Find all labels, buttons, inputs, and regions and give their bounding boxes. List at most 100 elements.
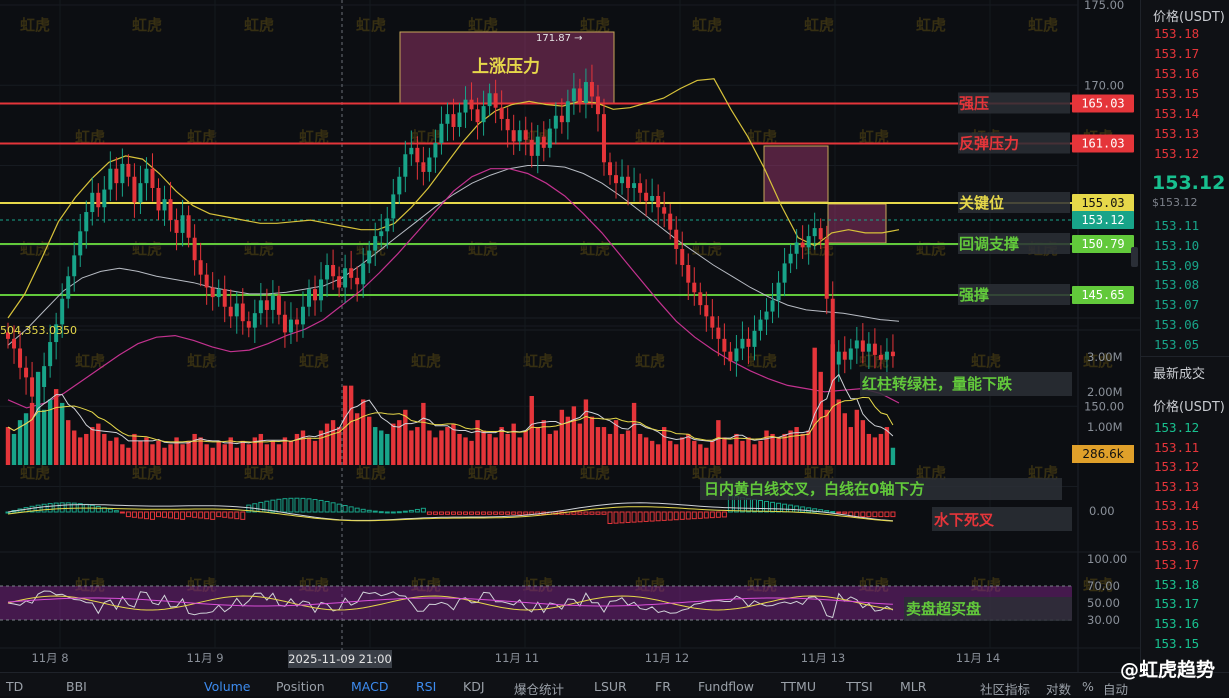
indicator-tab[interactable]: LSUR (594, 679, 627, 694)
watermark-text: 虹虎 (580, 240, 610, 258)
watermark-text: 虹虎 (916, 240, 946, 258)
rsi-tick-label: 70.00 (1087, 579, 1120, 593)
volume-bar (565, 416, 571, 465)
bid-price[interactable]: 153.07 (1154, 297, 1199, 312)
volume-header: 504,353.0350 (0, 324, 77, 337)
macd-histogram (830, 511, 836, 514)
panel-resize-handle[interactable] (1131, 247, 1138, 267)
trade-price[interactable]: 153.17 (1154, 557, 1199, 572)
volume-bar (631, 402, 637, 465)
bid-price[interactable]: 153.06 (1154, 317, 1199, 332)
candle-body (72, 255, 77, 277)
bid-price[interactable]: 153.09 (1154, 258, 1199, 273)
candle-body (174, 220, 179, 233)
indicator-tab[interactable]: MLR (900, 679, 926, 694)
trade-price[interactable]: 153.16 (1154, 616, 1199, 631)
level-label: 强压 (959, 95, 989, 113)
candle-body (511, 130, 516, 142)
volume-bar (553, 430, 559, 465)
ask-price[interactable]: 153.16 (1154, 66, 1199, 81)
bid-price[interactable]: 153.11 (1154, 218, 1199, 233)
indicator-tab[interactable]: Volume (204, 679, 251, 694)
bid-price[interactable]: 153.10 (1154, 238, 1199, 253)
candle-body (565, 101, 570, 123)
trade-price[interactable]: 153.15 (1154, 636, 1199, 651)
indicator-tab[interactable]: Fundflow (698, 679, 754, 694)
candle-body (379, 231, 384, 237)
candle-body (361, 263, 366, 285)
price-chart[interactable]: 虹虎 虹虎 虹虎 虹虎 虹虎 虹虎 虹虎 虹虎 虹虎 虹虎虹虎 虹虎 虹虎 虹虎 虹虎 虹虎 虹虎虹虎 虹虎 虹虎… (0, 0, 1140, 672)
indicator-tab[interactable]: MACD (351, 679, 388, 694)
volume-bar (108, 440, 113, 465)
volume-bar (391, 423, 396, 465)
candle-body (343, 268, 348, 288)
axis-mode-toggle[interactable]: 对数 (1046, 679, 1071, 698)
indicator-tab[interactable]: FR (655, 679, 671, 694)
trade-price[interactable]: 153.18 (1154, 577, 1199, 592)
axis-mode-toggle[interactable]: % (1082, 679, 1094, 694)
indicator-tab[interactable]: 社区指标 (980, 679, 1030, 698)
indicator-tab[interactable]: 爆仓统计 (514, 679, 564, 698)
volume-bar (740, 440, 745, 465)
watermark-text: 虹虎 (916, 16, 946, 34)
trade-price[interactable]: 153.14 (1154, 498, 1199, 513)
volume-bar (589, 416, 595, 465)
ask-price[interactable]: 153.13 (1154, 126, 1199, 141)
candle-body (571, 88, 576, 102)
level-label: 反弹压力 (959, 135, 1019, 153)
indicator-tab[interactable]: TD (6, 679, 23, 694)
candle-body (818, 228, 823, 240)
trade-price[interactable]: 153.12 (1154, 459, 1199, 474)
volume-bar (168, 444, 173, 465)
candle-body (126, 163, 131, 177)
candle-body (854, 340, 859, 349)
ask-price[interactable]: 153.14 (1154, 106, 1199, 121)
candle-body (108, 168, 113, 190)
trade-price[interactable]: 153.12 (1154, 420, 1199, 435)
candle-body (30, 377, 35, 397)
watermark-text: 虹虎 (468, 464, 498, 482)
bid-price[interactable]: 153.05 (1154, 337, 1199, 352)
indicator-tab[interactable]: BBI (66, 679, 87, 694)
volume-bar (59, 402, 65, 465)
volume-bar (324, 423, 330, 465)
indicator-tab[interactable]: Position (276, 679, 325, 694)
candle-body (294, 319, 299, 325)
latest-trades-tab[interactable]: 最新成交 (1153, 363, 1205, 382)
candle-body (764, 311, 769, 320)
ask-price[interactable]: 153.17 (1154, 46, 1199, 61)
candle-body (445, 114, 450, 124)
trade-price[interactable]: 153.15 (1154, 518, 1199, 533)
volume-bar (318, 430, 324, 465)
rsi-tick-label: 30.00 (1087, 613, 1120, 627)
indicator-tab[interactable]: TTSI (846, 679, 873, 694)
indicator-tab[interactable]: RSI (416, 679, 436, 694)
level-price-tag-text: 161.03 (1081, 137, 1124, 151)
candle-body (282, 314, 287, 333)
trade-price[interactable]: 153.16 (1154, 538, 1199, 553)
macd-histogram (396, 511, 402, 514)
level-label: 关键位 (959, 194, 1004, 212)
indicator-tab[interactable]: KDJ (463, 679, 485, 694)
candle-body (313, 289, 318, 301)
trade-price[interactable]: 153.11 (1154, 440, 1199, 455)
candle-body (307, 289, 311, 307)
ask-price[interactable]: 153.18 (1154, 26, 1199, 41)
candle-body (469, 99, 474, 110)
volume-bar (776, 437, 781, 465)
ask-price[interactable]: 153.12 (1154, 146, 1199, 161)
indicator-tab[interactable]: TTMU (781, 679, 816, 694)
volume-bar (53, 389, 59, 465)
trade-price[interactable]: 153.13 (1154, 479, 1199, 494)
bid-price[interactable]: 153.08 (1154, 277, 1199, 292)
candle-body (180, 215, 185, 233)
trade-price[interactable]: 153.17 (1154, 596, 1199, 611)
volume-bar (698, 444, 703, 465)
candle-body (589, 82, 594, 97)
candle-body (698, 292, 703, 306)
ask-price[interactable]: 153.15 (1154, 86, 1199, 101)
volume-bar (758, 440, 763, 465)
volume-bar (559, 409, 565, 465)
candle-body (132, 176, 137, 203)
indicator-toolbar: TD BBI Volume Position MACD RSI KDJ 爆仓统计 LSUR FR F… (0, 672, 1229, 698)
